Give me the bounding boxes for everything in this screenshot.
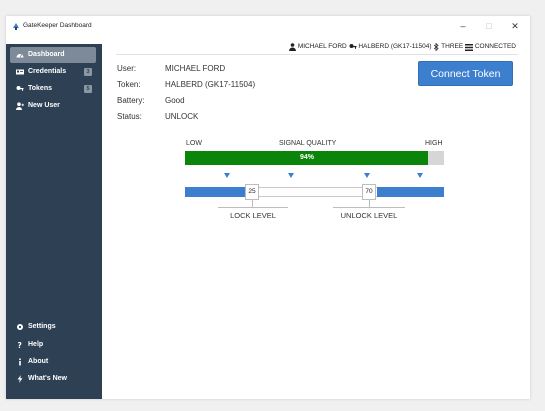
list-icon [465, 43, 474, 51]
title-bar: GateKeeper Dashboard – □ ✕ [6, 16, 530, 37]
sidebar-item-label: Credentials [28, 68, 67, 75]
dashboard-icon [16, 54, 24, 58]
lightning-icon [17, 375, 23, 383]
signal-quality-bar: 94% [185, 151, 444, 165]
count-badge: 5 [84, 85, 92, 93]
app-window: GateKeeper Dashboard – □ ✕ Dashboard Cre… [6, 16, 530, 399]
app-logo-icon [13, 23, 19, 30]
signal-quality-title: SIGNAL QUALITY [279, 140, 337, 147]
sidebar-item-label: Settings [28, 323, 56, 330]
header-divider [116, 54, 518, 55]
count-badge: 3 [84, 68, 92, 76]
user-icon [289, 43, 297, 51]
threshold-marker [224, 173, 230, 178]
threshold-marker [288, 173, 294, 178]
lock-range-segment [185, 187, 246, 197]
credentials-icon [16, 69, 24, 75]
sidebar-item-settings[interactable]: Settings [10, 319, 96, 335]
sidebar-item-label: About [28, 358, 49, 365]
connect-token-button[interactable]: Connect Token [418, 61, 513, 86]
sidebar-item-label: Tokens [28, 85, 52, 92]
unlock-level-slider-handle[interactable]: 70 [362, 184, 376, 200]
battery-value: Good [165, 96, 185, 105]
window-title: GateKeeper Dashboard [23, 22, 92, 29]
signal-high-label: HIGH [425, 140, 443, 147]
sidebar-item-label: New User [28, 102, 60, 109]
sidebar-item-tokens[interactable]: Tokens 5 [10, 81, 96, 97]
key-icon [16, 86, 24, 91]
battery-label: Battery: [117, 96, 145, 105]
status-connection: CONNECTED [474, 43, 516, 50]
signal-quality-value: 94% [299, 154, 314, 161]
sidebar-item-whats-new[interactable]: What's New [10, 371, 96, 387]
token-label: Token: [117, 80, 141, 89]
bluetooth-icon [434, 43, 439, 51]
sidebar-item-new-user[interactable]: New User [10, 98, 96, 114]
lock-level-stem [252, 200, 253, 207]
help-icon: ? [18, 341, 22, 349]
gear-icon [17, 324, 23, 330]
sidebar: Dashboard Credentials 3 Tokens 5 New Use… [6, 44, 102, 399]
user-value: MICHAEL FORD [165, 64, 226, 73]
status-device: THREE [441, 43, 464, 50]
user-label: User: [117, 64, 137, 73]
status-user: MICHAEL FORD [297, 43, 347, 50]
status-token: HALBERD (GK17-11504) [358, 43, 432, 50]
minimize-button[interactable]: – [453, 18, 473, 34]
sidebar-item-about[interactable]: About [10, 354, 96, 370]
sidebar-item-label: What's New [28, 375, 68, 382]
unlock-level-line [333, 207, 405, 208]
sidebar-item-credentials[interactable]: Credentials 3 [10, 64, 96, 80]
sidebar-item-help[interactable]: ? Help [10, 337, 96, 353]
lock-level-line [218, 207, 288, 208]
unlock-range-segment [377, 187, 444, 197]
close-button[interactable]: ✕ [505, 18, 525, 34]
threshold-marker [364, 173, 370, 178]
svg-text:?: ? [18, 341, 22, 349]
lock-level-label: LOCK LEVEL [230, 211, 276, 220]
connection-status-bar: MICHAEL FORD HALBERD (GK17-11504) THREE … [289, 42, 516, 53]
signal-low-label: LOW [186, 140, 202, 147]
add-user-icon [16, 102, 24, 110]
lock-level-slider-handle[interactable]: 25 [245, 184, 259, 200]
unlock-level-label: UNLOCK LEVEL [340, 211, 398, 220]
token-value: HALBERD (GK17-11504) [165, 80, 256, 89]
maximize-button[interactable]: □ [479, 18, 499, 34]
sidebar-item-label: Dashboard [28, 51, 65, 58]
status-value: UNLOCK [165, 112, 199, 121]
threshold-marker [417, 173, 423, 178]
sidebar-item-dashboard[interactable]: Dashboard [10, 47, 96, 63]
status-label: Status: [117, 112, 142, 121]
key-icon [349, 44, 357, 49]
sidebar-item-label: Help [28, 341, 44, 348]
info-icon [19, 358, 21, 366]
unlock-level-stem [369, 200, 370, 207]
